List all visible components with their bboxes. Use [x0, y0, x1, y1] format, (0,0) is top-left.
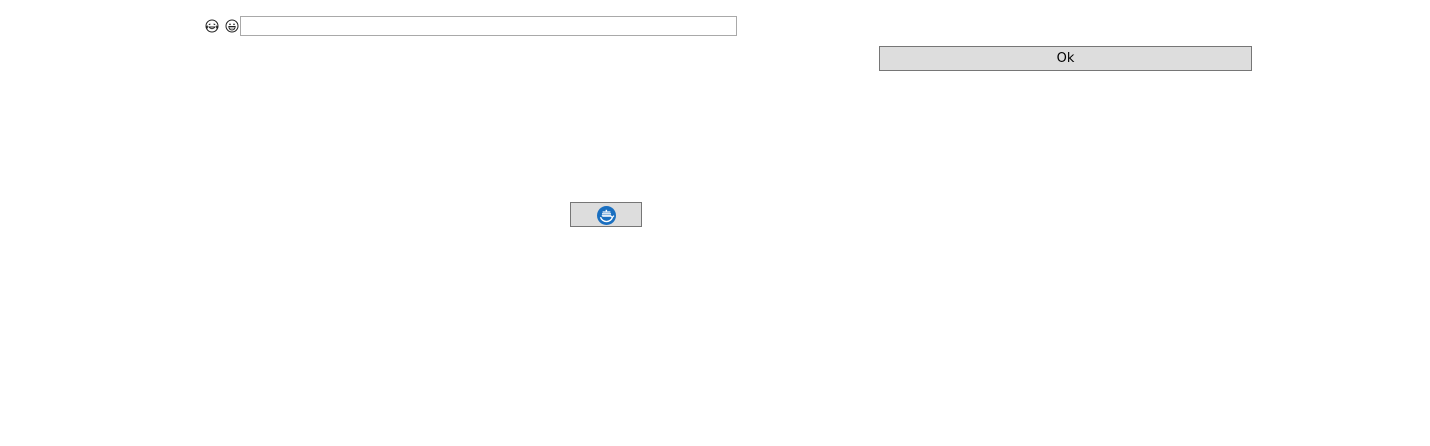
ship-refresh-icon [597, 206, 616, 225]
grinning-face-icon [225, 19, 239, 33]
ship-refresh-button[interactable] [570, 202, 642, 227]
ok-button[interactable]: Ok [879, 46, 1252, 71]
text-input[interactable] [240, 16, 737, 36]
laughing-tears-face-icon [205, 19, 219, 33]
